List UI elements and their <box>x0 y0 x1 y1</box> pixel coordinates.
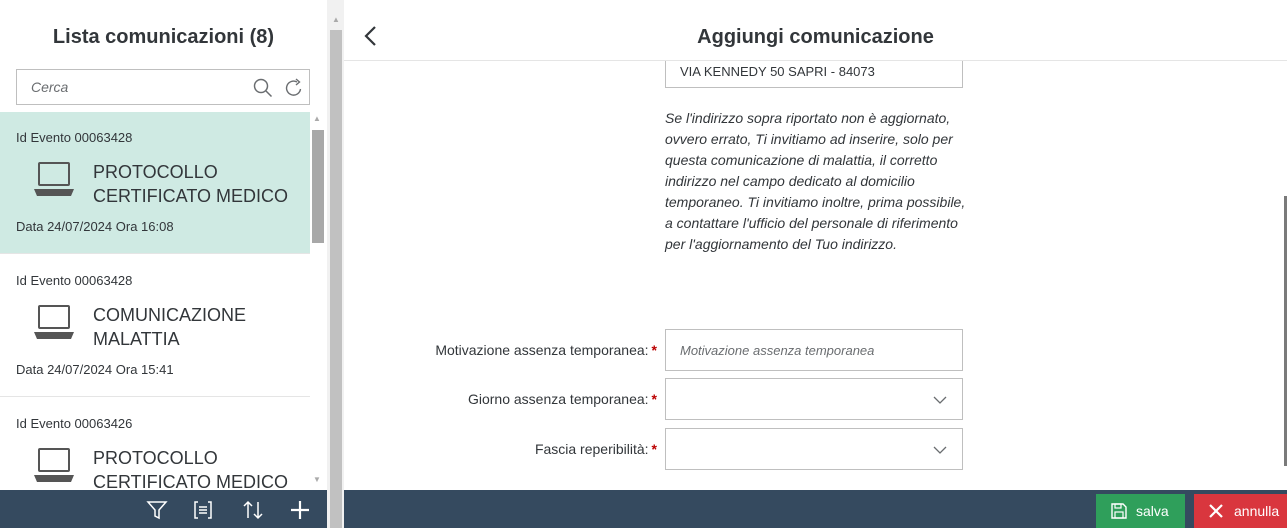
chevron-down-icon[interactable] <box>932 444 948 456</box>
laptop-icon <box>34 305 74 339</box>
cancel-label: annulla <box>1234 503 1280 519</box>
master-title: Lista comunicazioni (8) <box>52 26 275 48</box>
list-item[interactable]: Id Evento 00063426 PROTOCOLLO CERTIFICAT… <box>0 398 310 490</box>
laptop-icon <box>34 162 74 196</box>
chevron-down-icon[interactable] <box>932 394 948 406</box>
save-icon <box>1111 503 1127 519</box>
add-icon[interactable] <box>289 499 311 521</box>
item-id: Id Evento 00063426 <box>16 416 133 431</box>
search-input[interactable] <box>17 70 247 104</box>
item-id: Id Evento 00063428 <box>16 130 133 145</box>
scroll-up-icon[interactable]: ▲ <box>332 15 340 24</box>
motivazione-placeholder: Motivazione assenza temporanea <box>680 343 875 358</box>
item-id: Id Evento 00063428 <box>16 273 133 288</box>
address-field: VIA KENNEDY 50 SAPRI - 84073 <box>665 58 963 88</box>
laptop-icon <box>34 448 74 482</box>
required-mark: * <box>651 342 657 358</box>
save-button[interactable]: salva <box>1096 494 1185 528</box>
search-box <box>16 69 310 105</box>
giorno-label: Giorno assenza temporanea: * <box>344 391 657 407</box>
item-title: PROTOCOLLO CERTIFICATO MEDICO <box>93 448 289 490</box>
giorno-label-text: Giorno assenza temporanea: <box>467 391 649 407</box>
address-notice: Se l'indirizzo sopra riportato non è agg… <box>665 110 966 252</box>
motivazione-label: Motivazione assenza temporanea: * <box>344 342 657 358</box>
detail-footer: salva annulla <box>344 490 1287 528</box>
save-label: salva <box>1136 503 1169 519</box>
required-mark: * <box>651 441 657 457</box>
page-title: Aggiungi comunicazione <box>697 26 934 48</box>
item-title: PROTOCOLLO CERTIFICATO MEDICO <box>93 162 289 206</box>
item-title: COMUNICAZIONE MALATTIA <box>93 305 246 349</box>
master-panel: Lista comunicazioni (8) Id Evento 000634… <box>0 0 327 528</box>
page-scrollbar-thumb[interactable] <box>330 30 342 528</box>
detail-panel: VIA KENNEDY 50 SAPRI - 84073 Se l'indiri… <box>344 0 1287 528</box>
scroll-down-icon[interactable]: ▼ <box>313 475 321 484</box>
search-icon[interactable] <box>252 77 274 99</box>
list-item[interactable]: Id Evento 00063428 COMUNICAZIONE MALATTI… <box>0 255 310 397</box>
sort-icon[interactable] <box>242 499 264 521</box>
fascia-label-text: Fascia reperibilità: <box>534 441 649 457</box>
list-scrollbar-thumb[interactable] <box>312 130 324 243</box>
fascia-label: Fascia reperibilità: * <box>344 441 657 457</box>
required-mark: * <box>651 391 657 407</box>
motivazione-label-text: Motivazione assenza temporanea: <box>435 342 649 358</box>
master-footer <box>0 490 327 528</box>
item-date: Data 24/07/2024 Ora 16:08 <box>16 219 174 234</box>
fascia-select[interactable] <box>665 428 963 470</box>
refresh-icon[interactable] <box>283 77 305 99</box>
giorno-select[interactable] <box>665 378 963 420</box>
item-date: Data 24/07/2024 Ora 15:41 <box>16 362 174 377</box>
group-icon[interactable] <box>192 499 214 521</box>
list-item[interactable]: Id Evento 00063428 PROTOCOLLO CERTIFICAT… <box>0 112 310 254</box>
scroll-up-icon[interactable]: ▲ <box>313 114 321 123</box>
filter-icon[interactable] <box>146 499 168 521</box>
close-icon <box>1209 504 1223 518</box>
motivazione-input[interactable]: Motivazione assenza temporanea <box>665 329 963 371</box>
communication-list: Id Evento 00063428 PROTOCOLLO CERTIFICAT… <box>0 112 310 490</box>
cancel-button[interactable]: annulla <box>1194 494 1287 528</box>
detail-header: Aggiungi comunicazione <box>344 0 1287 61</box>
